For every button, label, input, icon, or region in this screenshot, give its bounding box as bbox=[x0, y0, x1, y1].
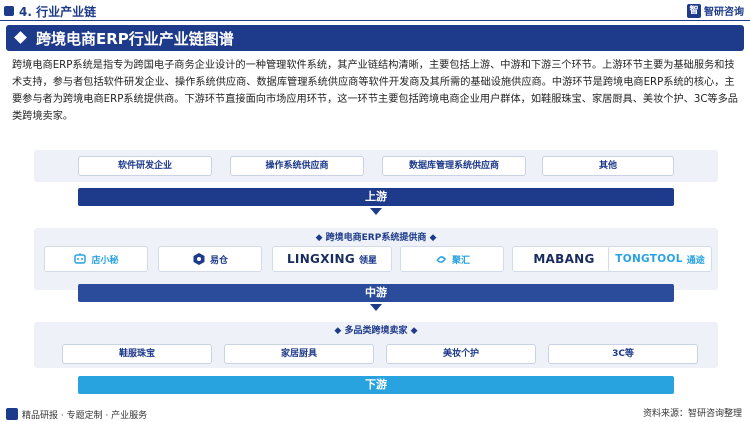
upstream-stage-bar: 上游 bbox=[78, 188, 674, 206]
downstream-item: 3C等 bbox=[548, 344, 698, 364]
upstream-item: 操作系统供应商 bbox=[230, 156, 364, 176]
brand-name: 智研咨询 bbox=[704, 7, 744, 18]
section-marker-icon bbox=[4, 6, 14, 16]
upstream-item: 数据库管理系统供应商 bbox=[382, 156, 526, 176]
midstream-group-title: ◆ 跨境电商ERP系统提供商 ◆ bbox=[34, 230, 718, 243]
industry-chain-diagram: 软件研发企业 操作系统供应商 数据库管理系统供应商 其他 上游 ◆ 跨境电商ER… bbox=[34, 150, 718, 398]
vendor-name: TONGTOOL bbox=[615, 253, 683, 265]
hexagon-icon bbox=[193, 253, 205, 265]
page-title: 跨境电商ERP行业产业链图谱 bbox=[36, 30, 234, 48]
section-title: 4. 行业产业链 bbox=[19, 5, 97, 19]
vendor-name: MABANG bbox=[533, 252, 595, 266]
upstream-item: 其他 bbox=[542, 156, 674, 176]
footer-tagline: 精品研报 · 专题定制 · 产业服务 bbox=[22, 411, 148, 421]
vendor-logo-tongtool: TONGTOOL 通途 bbox=[608, 246, 712, 272]
upstream-item: 软件研发企业 bbox=[78, 156, 212, 176]
vendor-name: 店小秘 bbox=[91, 255, 119, 266]
diamond-icon bbox=[14, 31, 27, 44]
title-bar: 跨境电商ERP行业产业链图谱 bbox=[6, 25, 744, 51]
arrow-down-icon bbox=[370, 304, 382, 311]
upstream-panel: 软件研发企业 操作系统供应商 数据库管理系统供应商 其他 bbox=[34, 150, 718, 182]
vendor-suffix: 领星 bbox=[359, 255, 378, 266]
downstream-stage-bar: 下游 bbox=[78, 376, 674, 394]
swirl-icon bbox=[436, 256, 446, 263]
brand-logo-icon: 智 bbox=[687, 3, 701, 18]
intro-paragraph: 跨境电商ERP系统是指专为跨国电子商务企业设计的一种管理软件系统，其产业链结构清… bbox=[12, 60, 738, 122]
footer-source: 资料来源：智研咨询整理 bbox=[642, 409, 742, 419]
vendor-name: 易仓 bbox=[209, 255, 228, 266]
downstream-group-title: ◆ 多品类跨境卖家 ◆ bbox=[34, 323, 718, 336]
chevron-right-icon: ◆ bbox=[407, 326, 418, 336]
midstream-stage-bar: 中游 bbox=[78, 284, 674, 302]
header-divider bbox=[0, 20, 750, 21]
chevron-left-icon: ◆ bbox=[334, 326, 345, 336]
downstream-group-label: 多品类跨境卖家 bbox=[344, 326, 408, 336]
downstream-item: 鞋服珠宝 bbox=[62, 344, 212, 364]
vendor-logo-juhui: 聚汇 bbox=[400, 246, 504, 272]
vendor-suffix: 聚汇 bbox=[451, 255, 470, 266]
footer-logo-icon bbox=[6, 408, 18, 420]
vendor-logo-lingxing: LINGXING 领星 bbox=[272, 246, 392, 272]
vendor-logo-yicang: 易仓 bbox=[158, 246, 262, 272]
footer: 精品研报 · 专题定制 · 产业服务 资料来源：智研咨询整理 bbox=[0, 405, 750, 422]
vendor-logo-mabang: MABANG bbox=[512, 246, 616, 272]
vendor-suffix: 通途 bbox=[686, 255, 705, 266]
downstream-item: 家居厨具 bbox=[224, 344, 374, 364]
vendor-logo-dianxiaomi: 店小秘 bbox=[44, 246, 148, 272]
midstream-group-label: 跨境电商ERP系统提供商 bbox=[325, 233, 427, 243]
robot-icon bbox=[74, 253, 87, 264]
arrow-down-icon bbox=[370, 208, 382, 215]
downstream-item: 美妆个护 bbox=[386, 344, 536, 364]
vendor-name: LINGXING bbox=[286, 252, 355, 266]
top-header: 4. 行业产业链 智 智研咨询 bbox=[0, 0, 750, 22]
chevron-left-icon: ◆ bbox=[315, 233, 326, 243]
chevron-right-icon: ◆ bbox=[426, 233, 437, 243]
brand: 智 智研咨询 bbox=[687, 3, 744, 18]
